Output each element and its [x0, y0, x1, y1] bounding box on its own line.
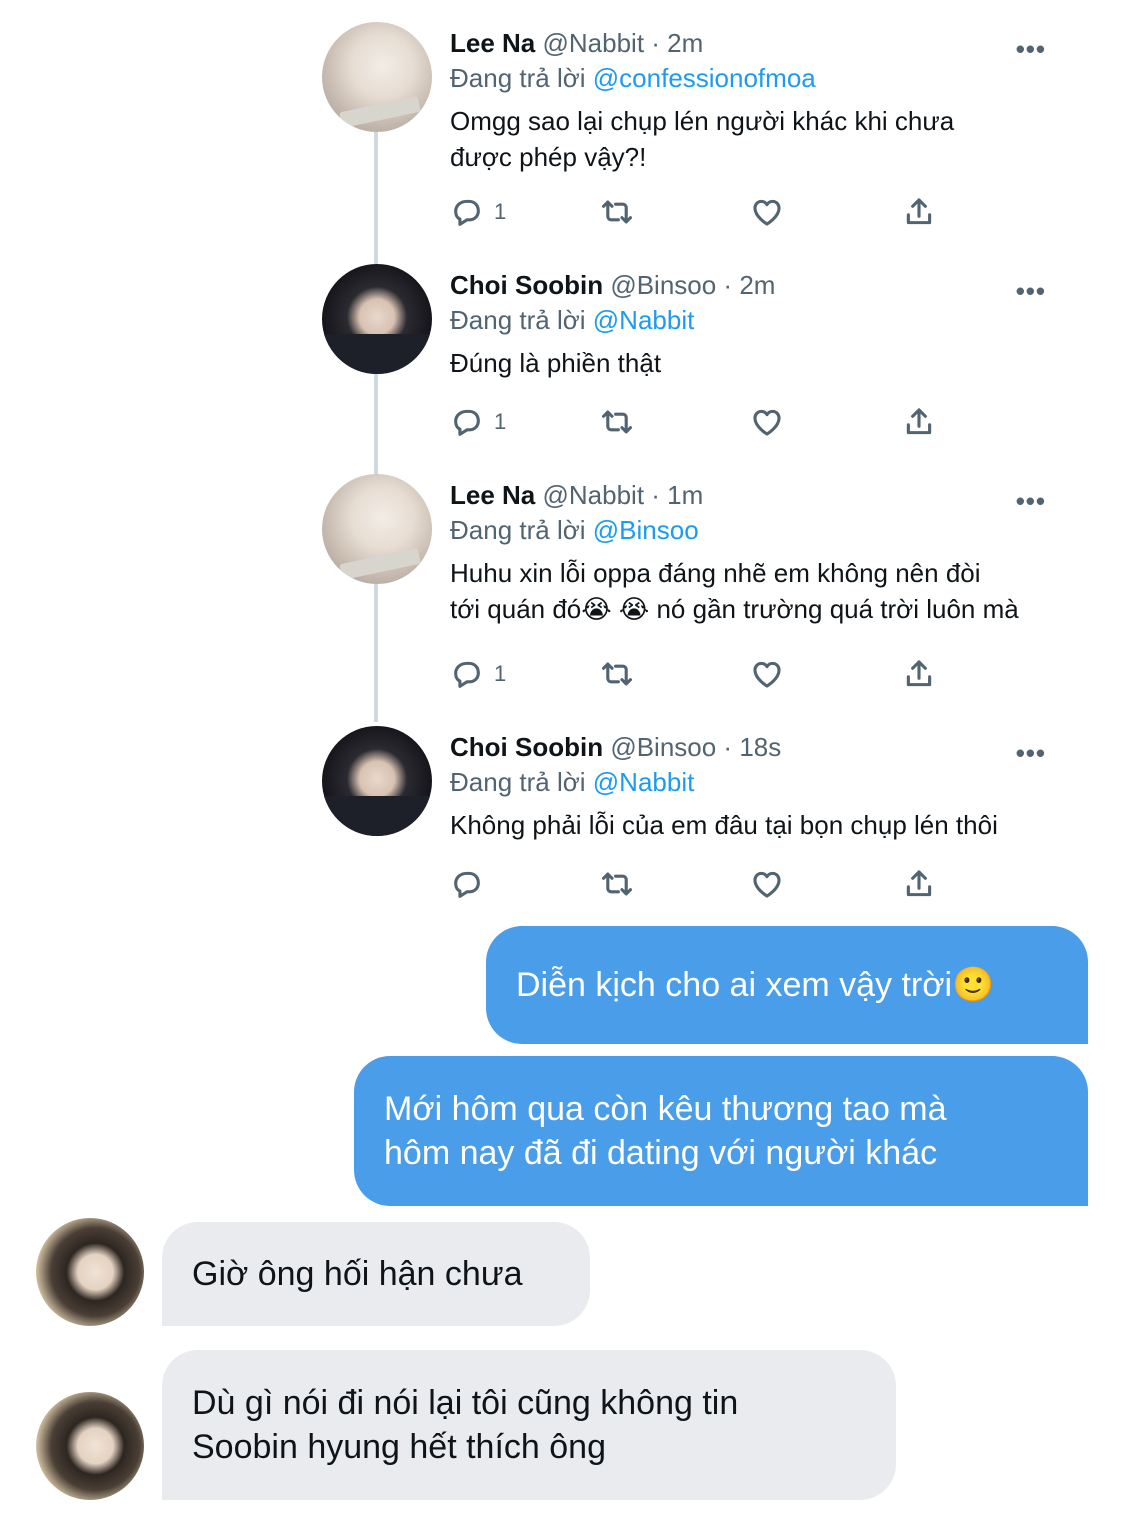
message-text: Diễn kịch cho ai xem vậy trời🙂	[516, 966, 995, 1004]
more-options-icon[interactable]: •••	[1016, 486, 1046, 517]
author-handle-time: @Binsoo · 2m	[603, 270, 776, 300]
like-button[interactable]	[750, 192, 784, 232]
message-text: Mới hôm qua còn kêu thương tao mà hôm na…	[384, 1087, 947, 1175]
replying-to-label: Đang trả lời	[450, 63, 593, 93]
more-options-icon[interactable]: •••	[1016, 34, 1046, 65]
tweet-text: Đúng là phiền thật	[450, 345, 1050, 381]
like-icon	[753, 661, 781, 688]
tweet-text-line: Đúng là phiền thật	[450, 348, 662, 378]
retweet-button[interactable]	[600, 192, 634, 232]
message-text: Giờ ông hối hận chưa	[192, 1255, 523, 1293]
like-button[interactable]	[750, 402, 784, 442]
replying-to-label: Đang trả lời	[450, 767, 593, 797]
received-message-bubble[interactable]: Giờ ông hối hận chưa	[162, 1222, 590, 1326]
author-name[interactable]: Choi Soobin	[450, 270, 603, 300]
replying-to-label: Đang trả lời	[450, 305, 593, 335]
tweet-text-line: tới quán đó😭 😭 nó gần trường quá trời lu…	[450, 594, 1019, 624]
reply-button[interactable]: 1	[450, 654, 506, 694]
sent-message-bubble[interactable]: Mới hôm qua còn kêu thương tao mà hôm na…	[354, 1056, 1088, 1206]
reply-count: 1	[494, 409, 507, 434]
tweet[interactable]: Choi Soobin @Binsoo · 2m Đang trả lời @N…	[322, 264, 1062, 454]
tweet-actions: 1	[450, 654, 970, 694]
author-name[interactable]: Lee Na	[450, 480, 535, 510]
replying-to-label: Đang trả lời	[450, 515, 593, 545]
tweet-actions: 1	[450, 192, 970, 232]
author-handle-time: @Nabbit · 2m	[535, 28, 704, 58]
tweet-text-line: được phép vậy?!	[450, 142, 647, 172]
retweet-button[interactable]	[600, 402, 634, 442]
author-handle-time: @Nabbit · 1m	[535, 480, 704, 510]
share-icon	[906, 870, 932, 897]
share-button[interactable]	[902, 192, 936, 232]
message-text-line: Dù gì nói đi nói lại tôi cũng không tin	[192, 1384, 739, 1422]
like-icon	[753, 199, 781, 226]
tweet-text-line: Omgg sao lại chụp lén người khác khi chư…	[450, 106, 955, 136]
reply-icon	[454, 871, 480, 898]
tweet-text-line: Huhu xin lỗi oppa đáng nhẽ em không nên …	[450, 558, 981, 588]
retweet-icon	[601, 200, 633, 224]
tweet-text: Omgg sao lại chụp lén người khác khi chư…	[450, 103, 1050, 175]
message-text: Dù gì nói đi nói lại tôi cũng không tin …	[192, 1381, 738, 1469]
share-icon	[906, 660, 932, 687]
contact-avatar[interactable]	[36, 1218, 144, 1326]
author-name[interactable]: Lee Na	[450, 28, 535, 58]
mention-link[interactable]: @Nabbit	[593, 305, 695, 335]
author-handle-time: @Binsoo · 18s	[603, 732, 782, 762]
reply-icon	[454, 661, 480, 688]
retweet-button[interactable]	[600, 864, 634, 904]
reply-icon	[454, 409, 480, 436]
reply-button[interactable]: 1	[450, 192, 506, 232]
reply-icon	[454, 199, 480, 226]
share-button[interactable]	[902, 654, 936, 694]
reply-button[interactable]	[450, 864, 484, 904]
retweet-icon	[601, 410, 633, 434]
share-icon	[906, 198, 932, 225]
tweet[interactable]: Choi Soobin @Binsoo · 18s Đang trả lời @…	[322, 726, 1062, 906]
boy-avatar[interactable]	[322, 726, 432, 836]
share-icon	[906, 408, 932, 435]
like-button[interactable]	[750, 654, 784, 694]
like-icon	[753, 409, 781, 436]
tweet-text-line: Không phải lỗi của em đâu tại bọn chụp l…	[450, 810, 998, 840]
contact-avatar[interactable]	[36, 1392, 144, 1500]
more-options-icon[interactable]: •••	[1016, 738, 1046, 769]
like-button[interactable]	[750, 864, 784, 904]
message-text-line: Soobin hyung hết thích ông	[192, 1428, 606, 1466]
share-button[interactable]	[902, 402, 936, 442]
author-name[interactable]: Choi Soobin	[450, 732, 603, 762]
mention-link[interactable]: @Binsoo	[593, 515, 699, 545]
received-message-bubble[interactable]: Dù gì nói đi nói lại tôi cũng không tin …	[162, 1350, 896, 1500]
more-options-icon[interactable]: •••	[1016, 276, 1046, 307]
cat-avatar[interactable]	[322, 22, 432, 132]
cat-avatar[interactable]	[322, 474, 432, 584]
reply-button[interactable]: 1	[450, 402, 506, 442]
message-text-line: Mới hôm qua còn kêu thương tao mà	[384, 1090, 947, 1128]
tweet-actions	[450, 864, 970, 904]
retweet-button[interactable]	[600, 654, 634, 694]
boy-avatar[interactable]	[322, 264, 432, 374]
mention-link[interactable]: @confessionofmoa	[593, 63, 816, 93]
tweet[interactable]: Lee Na @Nabbit · 1m Đang trả lời @Binsoo…	[322, 474, 1062, 694]
message-text-line: hôm nay đã đi dating với người khác	[384, 1134, 938, 1172]
like-icon	[753, 871, 781, 898]
retweet-icon	[601, 662, 633, 686]
sent-message-bubble[interactable]: Diễn kịch cho ai xem vậy trời🙂	[486, 926, 1088, 1044]
tweet[interactable]: Lee Na @Nabbit · 2m Đang trả lời @confes…	[322, 22, 1062, 242]
reply-count: 1	[494, 661, 507, 686]
reply-count: 1	[494, 199, 507, 224]
tweet-text: Huhu xin lỗi oppa đáng nhẽ em không nên …	[450, 555, 1050, 627]
tweet-actions: 1	[450, 402, 970, 442]
share-button[interactable]	[902, 864, 936, 904]
retweet-icon	[601, 872, 633, 896]
tweet-text: Không phải lỗi của em đâu tại bọn chụp l…	[450, 807, 1050, 843]
mention-link[interactable]: @Nabbit	[593, 767, 695, 797]
